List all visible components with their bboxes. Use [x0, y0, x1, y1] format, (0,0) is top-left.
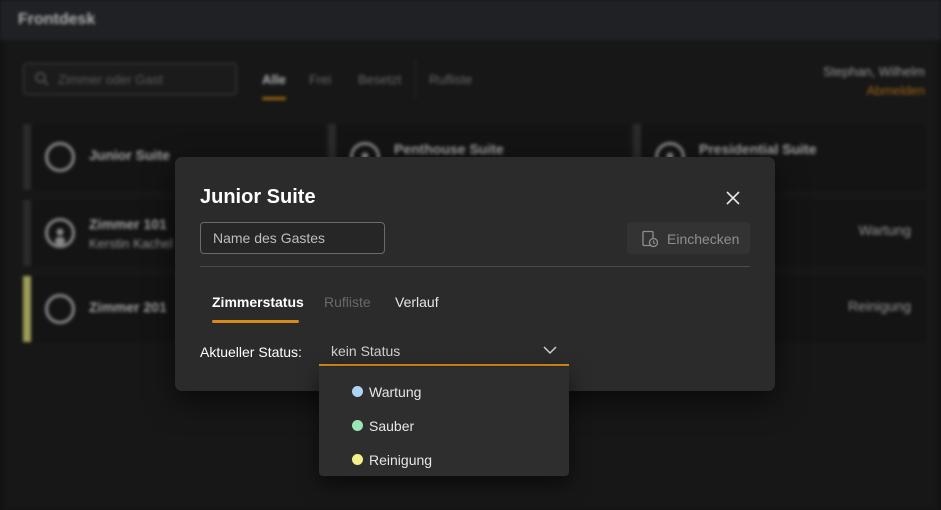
tab-verlauf[interactable]: Verlauf — [395, 294, 439, 310]
status-option-reinigung[interactable]: Reinigung — [319, 439, 569, 473]
status-option-wartung[interactable]: Wartung — [319, 371, 569, 405]
status-select[interactable]: kein Status — [319, 337, 569, 366]
status-dot-icon — [352, 386, 363, 397]
status-dot-icon — [352, 420, 363, 431]
status-option-label: Sauber — [369, 418, 415, 434]
dialog-title: Junior Suite — [200, 186, 316, 208]
tab-zimmerstatus[interactable]: Zimmerstatus — [212, 294, 304, 310]
dialog-divider — [200, 266, 750, 267]
status-option-label: Wartung — [369, 384, 422, 400]
active-tab-underline — [212, 320, 299, 323]
checkin-label: Einchecken — [667, 231, 740, 247]
room-dialog: Junior Suite Einchecken Zimmerstatus Ruf… — [175, 157, 775, 391]
status-dot-icon — [352, 454, 363, 465]
checkin-button[interactable]: Einchecken — [627, 222, 750, 254]
chevron-down-icon — [543, 346, 557, 355]
tab-rufliste: Rufliste — [324, 294, 371, 310]
status-option-label: Reinigung — [369, 452, 433, 468]
status-label: Aktueller Status: — [200, 344, 302, 360]
status-option-sauber[interactable]: Sauber — [319, 405, 569, 439]
status-select-value: kein Status — [331, 343, 401, 359]
close-icon[interactable] — [722, 187, 744, 209]
checkin-icon — [642, 230, 659, 248]
status-dropdown: Wartung Sauber Reinigung — [319, 367, 569, 476]
guest-name-input[interactable] — [200, 222, 385, 254]
